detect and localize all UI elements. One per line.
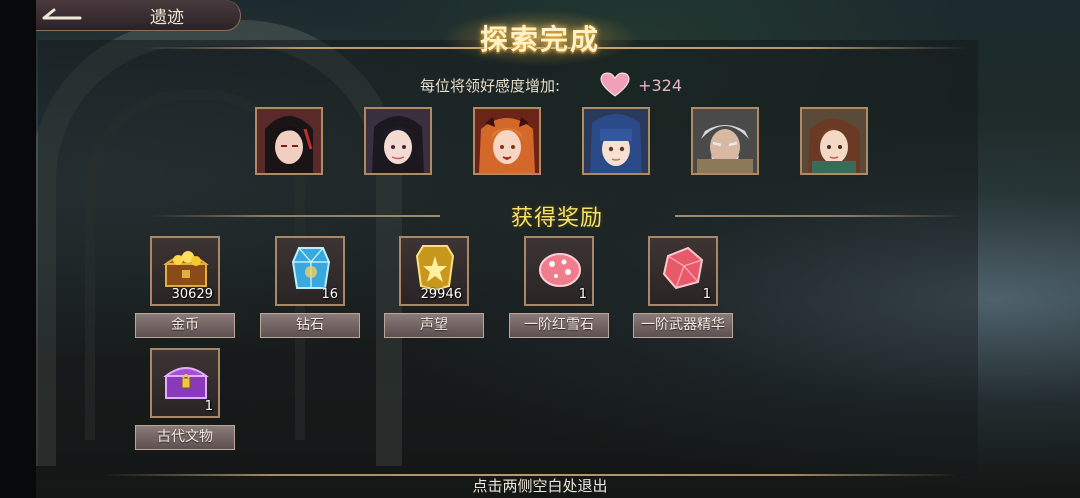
hero-portrait-4 [582,107,650,175]
exit-hint[interactable]: 点击两侧空白处退出 [0,475,1080,496]
reward-icon-frame: 30629 [150,236,220,306]
hero-portrait-2 [364,107,432,175]
section-divider-left [150,215,440,217]
reward-icon-frame: 16 [275,236,345,306]
reward-label: 金币 [135,313,235,338]
reward-count: 30629 [171,287,213,302]
reward-count: 1 [702,287,711,302]
reward-icon-frame: 1 [150,348,220,418]
title-banner: 探索完成 [440,10,640,66]
hero-portrait-1 [255,107,323,175]
reward-count: 29946 [420,287,462,302]
reward-label: 古代文物 [135,425,235,450]
reward-label: 声望 [384,313,484,338]
rewards-section-title: 获得奖励 [510,206,603,231]
heart-icon [600,72,630,97]
back-arrow-icon [36,0,88,30]
hero-portrait-5 [691,107,759,175]
hero-portrait-3 [473,107,541,175]
page-title: 探索完成 [479,23,600,56]
reward-icon-frame: 1 [524,236,594,306]
favor-value: +324 [638,75,683,95]
reward-label: 一阶红雪石 [509,313,609,338]
back-button[interactable]: 遗迹 [36,0,241,31]
screen-edge [0,0,36,498]
favor-row: 每位将领好感度增加: +324 [420,72,682,98]
back-button-label: 遗迹 [150,7,184,28]
reward-count: 16 [321,287,338,302]
favor-label: 每位将领好感度增加: [420,76,561,95]
reward-icon-frame: 1 [648,236,718,306]
section-divider-right [675,215,965,217]
reward-label: 一阶武器精华 [633,313,733,338]
reward-count: 1 [204,399,213,414]
reward-label: 钻石 [260,313,360,338]
reward-count: 1 [578,287,587,302]
reward-icon-frame: 29946 [399,236,469,306]
hero-portrait-6 [800,107,868,175]
